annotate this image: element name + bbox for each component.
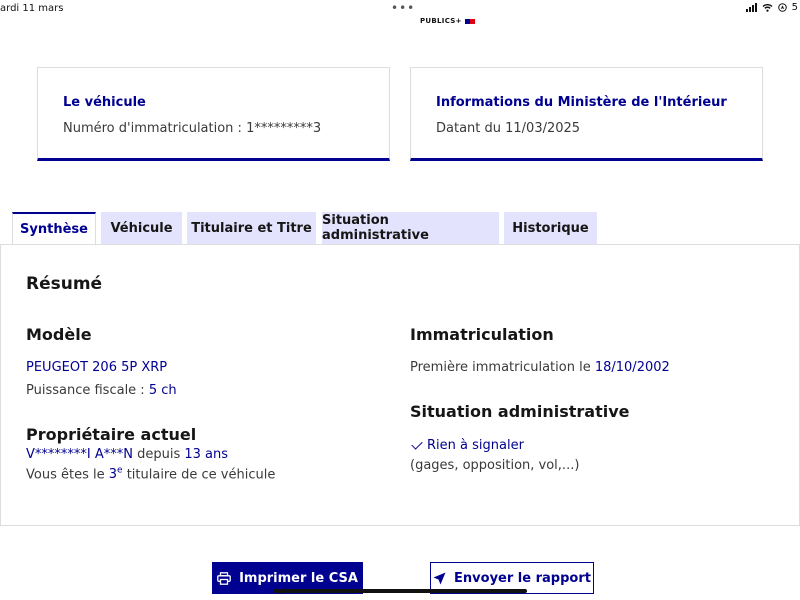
summary-title: Résumé: [26, 274, 103, 294]
vehicle-card-title: Le véhicule: [63, 95, 146, 110]
fiscal-power: Puissance fiscale : 5 ch: [26, 383, 177, 398]
model-heading: Modèle: [26, 325, 92, 344]
owner-rank: Vous êtes le 3e titulaire de ce véhicule: [26, 466, 275, 482]
send-icon: [433, 572, 446, 584]
first-registration-label: Première immatriculation le: [410, 360, 595, 375]
registration-heading: Immatriculation: [410, 325, 554, 344]
owner-rank-number: 3e: [108, 466, 123, 483]
tab-titulaire-et-titre[interactable]: Titulaire et Titre: [187, 212, 316, 244]
print-csa-label: Imprimer le CSA: [239, 570, 358, 586]
fiscal-power-label: Puissance fiscale :: [26, 383, 149, 398]
multitasking-dots[interactable]: •••: [391, 1, 415, 15]
brand-logo: PUBLICS+: [420, 17, 475, 25]
owner-line: V********I A***N depuis 13 ans: [26, 447, 228, 462]
vehicle-plate-number: Numéro d'immatriculation : 1*********3: [63, 121, 322, 136]
tab-historique[interactable]: Historique: [504, 212, 597, 244]
status-icons: 5: [745, 2, 798, 13]
admin-details: (gages, opposition, vol,...): [410, 458, 580, 473]
admin-status: Rien à signaler: [410, 438, 524, 453]
owner-name: V********I A***N: [26, 447, 133, 462]
admin-heading: Situation administrative: [410, 402, 630, 421]
status-bar: ardi 11 mars ••• 5: [0, 0, 800, 20]
owner-since-value: 13 ans: [184, 447, 229, 462]
signal-icon: [745, 3, 757, 12]
send-report-label: Envoyer le rapport: [454, 570, 591, 586]
ministry-card-title: Informations du Ministère de l'Intérieur: [436, 95, 727, 110]
first-registration-date: 18/10/2002: [594, 360, 670, 375]
first-registration: Première immatriculation le 18/10/2002: [410, 360, 670, 375]
owner-rank-suffix: titulaire de ce véhicule: [122, 467, 276, 483]
admin-status-label: Rien à signaler: [427, 438, 524, 453]
printer-icon: [217, 571, 231, 585]
brand-name: PUBLICS+: [420, 17, 462, 25]
home-indicator[interactable]: [273, 589, 527, 593]
tab-vehicule[interactable]: Véhicule: [101, 212, 182, 244]
location-icon: [777, 3, 787, 12]
fiscal-power-value: 5 ch: [148, 383, 177, 398]
owner-rank-prefix: Vous êtes le: [26, 467, 109, 483]
ministry-card: Informations du Ministère de l'Intérieur…: [410, 67, 763, 161]
owner-heading: Propriétaire actuel: [26, 425, 197, 444]
brand-flag-icon: [464, 18, 475, 24]
wifi-icon: [762, 4, 773, 12]
tab-synthese[interactable]: Synthèse: [12, 212, 96, 245]
battery-percentage: 5: [791, 2, 798, 13]
model-name: PEUGEOT 206 5P XRP: [26, 360, 168, 375]
ministry-date: Datant du 11/03/2025: [436, 121, 581, 136]
check-icon: [411, 438, 423, 450]
status-time: ardi 11 mars: [0, 3, 64, 14]
summary-panel: Résumé Modèle PEUGEOT 206 5P XRP Puissan…: [0, 244, 800, 526]
tab-situation-administrative[interactable]: Situation administrative: [322, 212, 499, 244]
owner-since-label: depuis: [132, 447, 185, 462]
vehicle-card: Le véhicule Numéro d'immatriculation : 1…: [37, 67, 390, 161]
